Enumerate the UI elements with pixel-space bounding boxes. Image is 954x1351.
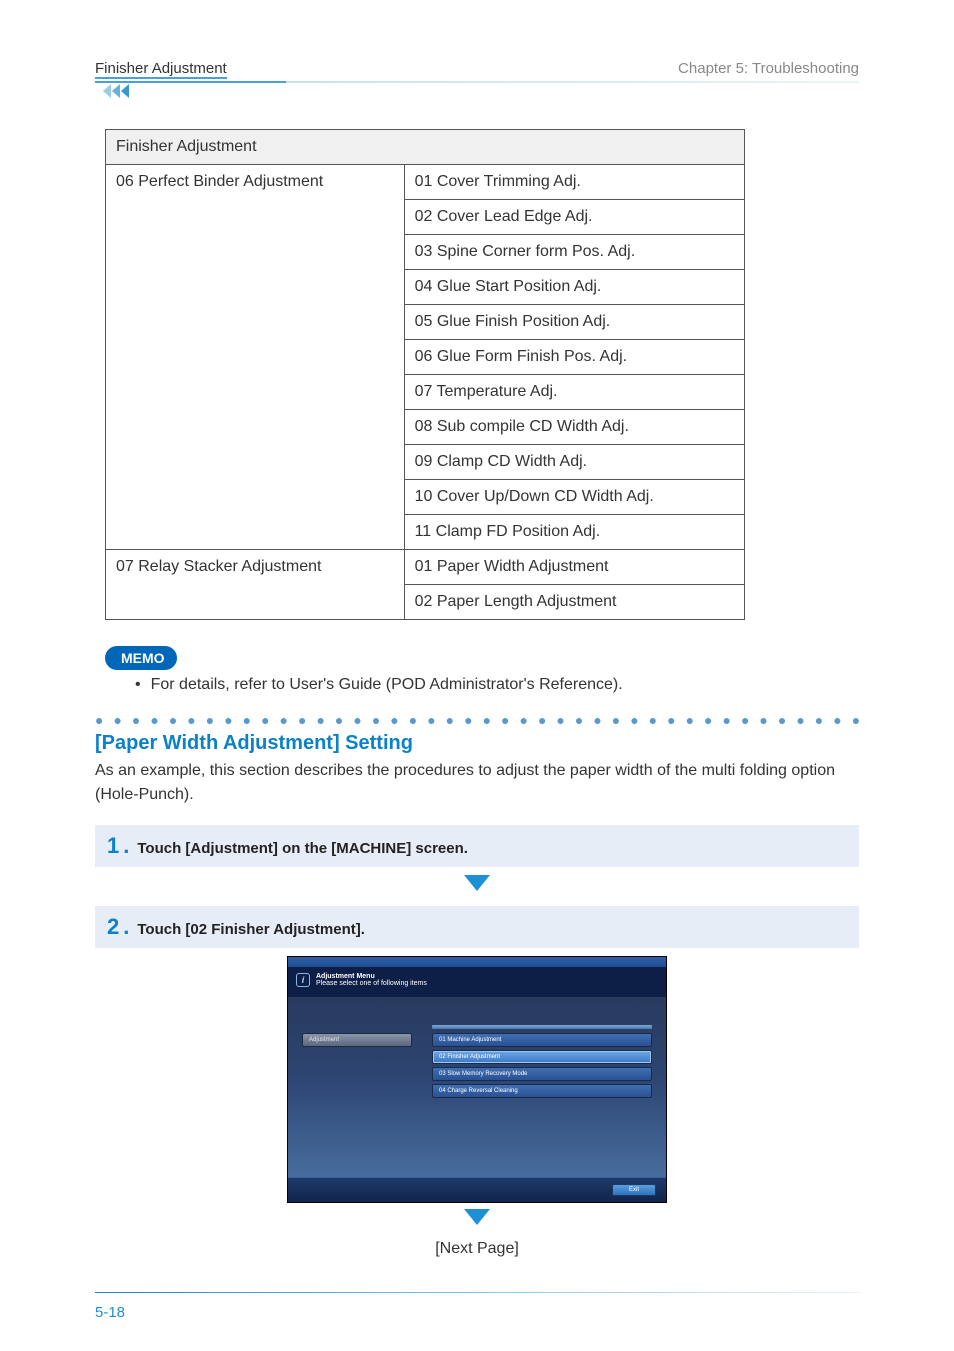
screenshot-footer: Exit — [288, 1177, 666, 1202]
section-description: As an example, this section describes th… — [95, 759, 859, 807]
memo-text: For details, refer to User's Guide (POD … — [151, 676, 623, 694]
slow-memory-recovery-button[interactable]: 03 Slow Memory Recovery Mode — [432, 1067, 652, 1081]
table-row: 01 Cover Trimming Adj. — [404, 165, 744, 200]
step-text: Touch [Adjustment] on the [MACHINE] scre… — [137, 840, 468, 857]
exit-button[interactable]: Exit — [612, 1184, 656, 1196]
down-arrow-icon — [95, 1209, 859, 1230]
table-row: 01 Paper Width Adjustment — [404, 550, 744, 585]
table-row: 06 Glue Form Finish Pos. Adj. — [404, 340, 744, 375]
step-dot-icon: . — [123, 914, 129, 940]
down-arrow-icon — [95, 875, 859, 896]
step-2-bar: 2. Touch [02 Finisher Adjustment]. — [95, 906, 859, 948]
info-icon: i — [296, 973, 310, 987]
table-row: 09 Clamp CD Width Adj. — [404, 445, 744, 480]
table-row: 03 Spine Corner form Pos. Adj. — [404, 235, 744, 270]
table-row: 07 Temperature Adj. — [404, 375, 744, 410]
table-title: Finisher Adjustment — [106, 130, 745, 165]
screenshot-header: i Adjustment Menu Please select one of f… — [288, 967, 666, 997]
table-group-left: 06 Perfect Binder Adjustment — [106, 165, 405, 550]
adjustment-button[interactable]: Adjustment — [302, 1033, 412, 1047]
step-number: 1 — [107, 833, 119, 859]
footer-divider — [95, 1292, 859, 1293]
screenshot-titlebar — [288, 957, 666, 967]
bullet-marker: • — [135, 676, 141, 694]
finisher-adjustment-button[interactable]: 02 Finisher Adjustment — [432, 1050, 652, 1064]
screenshot-body: Adjustment 01 Machine Adjustment 02 Fini… — [288, 997, 666, 1177]
table-row: 04 Glue Start Position Adj. — [404, 270, 744, 305]
table-row: 02 Cover Lead Edge Adj. — [404, 200, 744, 235]
screenshot-topline — [432, 1025, 652, 1029]
step-number: 2 — [107, 914, 119, 940]
charge-reversal-cleaning-button[interactable]: 04 Charge Reversal Cleaning — [432, 1084, 652, 1098]
table-row: 08 Sub compile CD Width Adj. — [404, 410, 744, 445]
chevrons-left-icon — [95, 84, 129, 98]
screenshot-title2: Please select one of following items — [316, 980, 427, 987]
embedded-screenshot: i Adjustment Menu Please select one of f… — [287, 956, 667, 1203]
step-dot-icon: . — [123, 833, 129, 859]
table-row: 02 Paper Length Adjustment — [404, 585, 744, 620]
header-chapter: Chapter 5: Troubleshooting — [678, 60, 859, 77]
table-group-left: 07 Relay Stacker Adjustment — [106, 550, 405, 620]
machine-adjustment-button[interactable]: 01 Machine Adjustment — [432, 1033, 652, 1047]
table-row: 05 Glue Finish Position Adj. — [404, 305, 744, 340]
section-title: [Paper Width Adjustment] Setting — [95, 732, 859, 755]
finisher-adjustment-table: Finisher Adjustment 06 Perfect Binder Ad… — [105, 129, 745, 620]
table-row: 11 Clamp FD Position Adj. — [404, 515, 744, 550]
memo-badge: MEMO — [105, 646, 177, 670]
dot-divider: ●●●●●●●●●●●●●●●●●●●●●●●●●●●●●●●●●●●●●●●●… — [95, 712, 859, 728]
table-row: 10 Cover Up/Down CD Width Adj. — [404, 480, 744, 515]
screenshot-title1: Adjustment Menu — [316, 973, 427, 980]
step-text: Touch [02 Finisher Adjustment]. — [137, 921, 365, 938]
page-number: 5-18 — [95, 1304, 125, 1321]
header-section-title: Finisher Adjustment — [95, 60, 227, 79]
next-page-label: [Next Page] — [95, 1240, 859, 1258]
step-1-bar: 1. Touch [Adjustment] on the [MACHINE] s… — [95, 825, 859, 867]
header-underline — [95, 81, 859, 83]
